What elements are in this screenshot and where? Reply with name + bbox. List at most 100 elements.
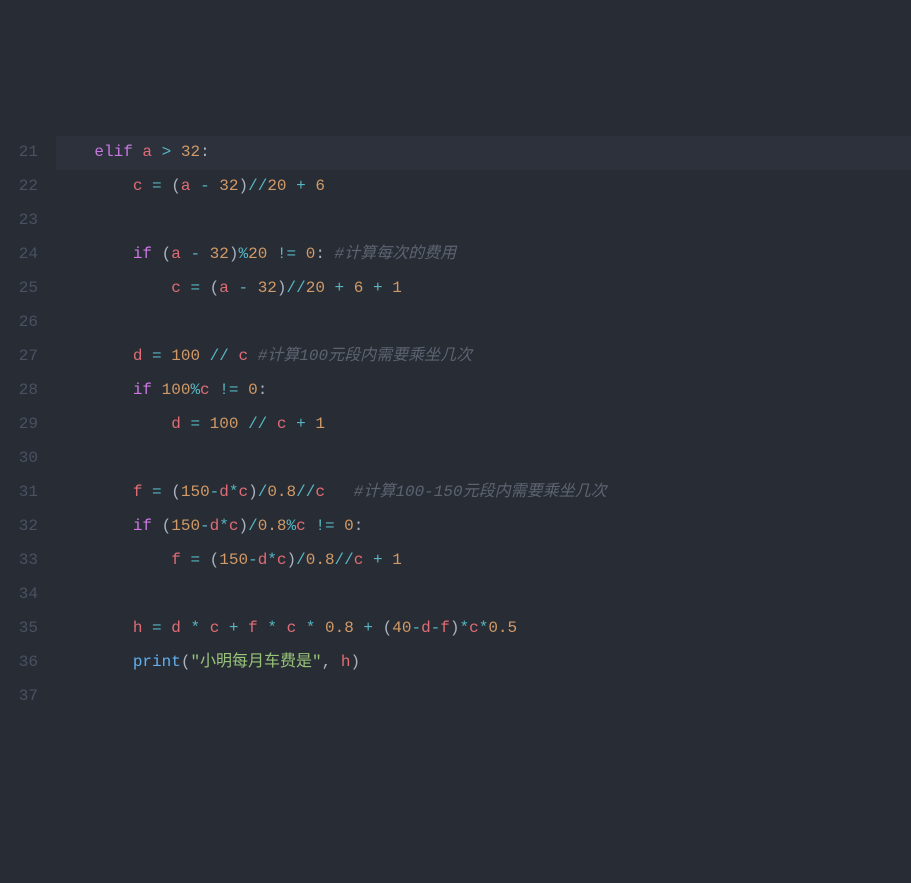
token-var: c: [315, 483, 325, 501]
token-kw: if: [133, 517, 152, 535]
token-num: 100: [162, 381, 191, 399]
token-op: -: [200, 517, 210, 535]
line-number: 27: [0, 340, 38, 374]
line-number: 33: [0, 544, 38, 578]
token-var: f: [171, 551, 181, 569]
token-op: +: [335, 279, 345, 297]
code-line[interactable]: [56, 578, 911, 612]
token-punc: ): [248, 483, 258, 501]
token-num: 100: [210, 415, 239, 433]
code-line[interactable]: [56, 204, 911, 238]
token-num: 32: [210, 245, 229, 263]
code-line[interactable]: if (150-d*c)/0.8%c != 0:: [56, 510, 911, 544]
token-num: 1: [392, 551, 402, 569]
line-number: 35: [0, 612, 38, 646]
token-op: %: [238, 245, 248, 263]
token-num: 100: [171, 347, 200, 365]
token-op: /: [296, 551, 306, 569]
token-op: //: [248, 177, 267, 195]
code-line[interactable]: f = (150-d*c)/0.8//c + 1: [56, 544, 911, 578]
token-var: f: [440, 619, 450, 637]
token-var: d: [258, 551, 268, 569]
line-number: 26: [0, 306, 38, 340]
code-line[interactable]: [56, 442, 911, 476]
token-punc: ): [238, 517, 248, 535]
token-punc: (: [383, 619, 393, 637]
token-var: d: [219, 483, 229, 501]
token-op: //: [296, 483, 315, 501]
token-op: -: [190, 245, 200, 263]
token-punc: :: [354, 517, 364, 535]
token-punc: ): [287, 551, 297, 569]
token-num: 6: [354, 279, 364, 297]
token-punc: ,: [322, 653, 332, 671]
token-punc: (: [210, 551, 220, 569]
code-line[interactable]: f = (150-d*c)/0.8//c #计算100-150元段内需要乘坐几次: [56, 476, 911, 510]
token-var: h: [133, 619, 143, 637]
token-var: d: [421, 619, 431, 637]
code-line[interactable]: c = (a - 32)//20 + 6 + 1: [56, 272, 911, 306]
code-line[interactable]: c = (a - 32)//20 + 6: [56, 170, 911, 204]
token-op: *: [479, 619, 489, 637]
code-line[interactable]: d = 100 // c #计算100元段内需要乘坐几次: [56, 340, 911, 374]
code-line[interactable]: h = d * c + f * c * 0.8 + (40-d-f)*c*0.5: [56, 612, 911, 646]
line-number: 22: [0, 170, 38, 204]
token-punc: :: [200, 143, 210, 161]
code-line[interactable]: elif a > 32:: [56, 136, 911, 170]
token-var: c: [277, 415, 287, 433]
code-line[interactable]: [56, 306, 911, 340]
token-punc: ): [350, 653, 360, 671]
token-var: d: [133, 347, 143, 365]
token-op: //: [287, 279, 306, 297]
line-number: 25: [0, 272, 38, 306]
token-num: 150: [171, 517, 200, 535]
token-num: 20: [306, 279, 325, 297]
line-number: 21: [0, 136, 38, 170]
token-kw: if: [133, 245, 152, 263]
code-line[interactable]: if 100%c != 0:: [56, 374, 911, 408]
code-area[interactable]: elif a > 32: c = (a - 32)//20 + 6 if (a …: [56, 136, 911, 714]
token-op: //: [335, 551, 354, 569]
token-op: >: [162, 143, 172, 161]
token-op: -: [238, 279, 248, 297]
token-op: =: [190, 279, 200, 297]
token-num: 0.8: [306, 551, 335, 569]
token-var: c: [210, 619, 220, 637]
token-op: =: [190, 551, 200, 569]
token-punc: (: [181, 653, 191, 671]
token-num: 20: [267, 177, 286, 195]
token-var: a: [219, 279, 229, 297]
token-num: 32: [181, 143, 200, 161]
token-num: 150: [219, 551, 248, 569]
token-punc: (: [171, 177, 181, 195]
line-number: 34: [0, 578, 38, 612]
token-var: c: [238, 347, 248, 365]
token-kw: if: [133, 381, 152, 399]
line-number: 28: [0, 374, 38, 408]
token-op: -: [248, 551, 258, 569]
token-str: "小明每月车费是": [190, 653, 321, 671]
code-line[interactable]: [56, 680, 911, 714]
code-line[interactable]: d = 100 // c + 1: [56, 408, 911, 442]
token-var: c: [200, 381, 210, 399]
code-editor[interactable]: 2122232425262728293031323334353637 elif …: [0, 136, 911, 714]
token-op: +: [296, 415, 306, 433]
code-line[interactable]: print("小明每月车费是", h): [56, 646, 911, 680]
token-num: 150: [181, 483, 210, 501]
token-op: //: [248, 415, 267, 433]
token-op: *: [267, 551, 277, 569]
token-var: d: [171, 619, 181, 637]
token-op: *: [219, 517, 229, 535]
token-num: 0.8: [325, 619, 354, 637]
token-op: =: [190, 415, 200, 433]
token-op: -: [411, 619, 421, 637]
code-line[interactable]: if (a - 32)%20 != 0: #计算每次的费用: [56, 238, 911, 272]
token-var: f: [248, 619, 258, 637]
line-number: 30: [0, 442, 38, 476]
line-number: 31: [0, 476, 38, 510]
token-op: -: [200, 177, 210, 195]
token-num: 1: [392, 279, 402, 297]
token-var: c: [239, 483, 249, 501]
token-op: *: [190, 619, 200, 637]
token-op: /: [248, 517, 258, 535]
